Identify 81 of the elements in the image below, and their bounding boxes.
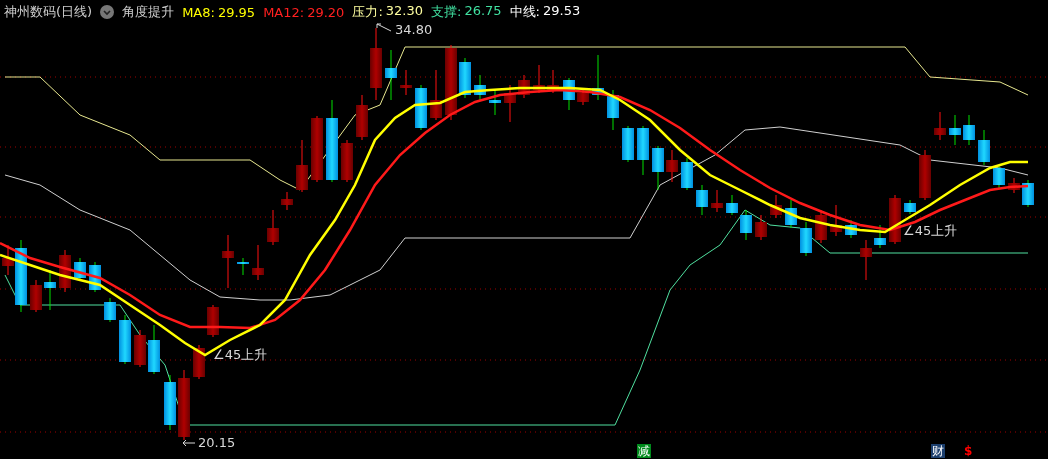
indicator-label: MA8:	[182, 4, 215, 20]
rising-candlestick	[311, 115, 323, 183]
price-label: 34.80	[395, 22, 433, 37]
rising-candlestick	[296, 139, 308, 193]
falling-candlestick	[1022, 179, 1034, 208]
rising-candlestick	[356, 94, 368, 141]
event-badge[interactable]: 减	[637, 444, 651, 458]
falling-candlestick	[949, 114, 961, 146]
falling-candlestick	[563, 77, 575, 111]
falling-candlestick	[993, 164, 1005, 189]
falling-candlestick	[978, 129, 990, 166]
falling-candlestick	[474, 74, 486, 101]
indicator-label: MA12:	[263, 4, 305, 20]
rising-candlestick	[252, 244, 264, 281]
falling-candlestick	[148, 324, 160, 375]
rising-candlestick	[222, 234, 234, 289]
falling-candlestick	[726, 194, 738, 216]
event-badge[interactable]: 财	[931, 444, 945, 458]
falling-candlestick	[800, 221, 812, 257]
signal-label: ∠45上升	[903, 223, 958, 238]
rising-candlestick	[518, 74, 530, 99]
falling-candlestick	[904, 199, 916, 215]
rising-candlestick	[267, 209, 279, 246]
arrow-icon	[376, 23, 392, 33]
rising-candlestick	[770, 194, 782, 219]
indicator-name: 角度提升	[122, 3, 175, 21]
event-marker[interactable]: $	[963, 444, 974, 458]
rising-candlestick	[400, 69, 412, 96]
falling-candlestick	[845, 219, 857, 239]
falling-candlestick	[696, 184, 708, 216]
indicator-value: 29.53	[543, 3, 581, 20]
signal-label: ∠45上升	[213, 347, 268, 362]
falling-candlestick	[681, 157, 693, 191]
falling-candlestick	[963, 114, 975, 146]
stock-title: 神州数码(日线)	[4, 3, 93, 21]
falling-candlestick	[44, 269, 56, 311]
rising-candlestick	[178, 369, 190, 441]
rising-candlestick	[193, 344, 205, 380]
left-arrow-icon	[182, 439, 196, 447]
falling-candlestick	[592, 54, 604, 101]
rising-candlestick	[666, 149, 678, 183]
falling-candlestick	[652, 145, 664, 191]
indicator-value: 26.75	[464, 3, 502, 20]
falling-candlestick	[637, 125, 649, 176]
falling-candlestick	[740, 209, 752, 241]
rising-candlestick	[207, 304, 219, 338]
rising-candlestick	[547, 69, 559, 94]
falling-candlestick	[104, 297, 116, 323]
dropdown-circle-icon[interactable]	[100, 5, 115, 19]
falling-candlestick	[459, 57, 471, 99]
falling-candlestick	[164, 374, 176, 431]
rising-candlestick	[919, 149, 931, 201]
indicator-value: 29.20	[307, 4, 345, 20]
rising-candlestick	[134, 329, 146, 368]
falling-candlestick	[785, 199, 797, 229]
falling-candlestick	[874, 224, 886, 249]
falling-candlestick	[237, 257, 249, 276]
falling-candlestick	[385, 49, 397, 101]
indicator-label: 中线:	[509, 3, 540, 21]
indicator-value: 32.30	[385, 3, 423, 20]
rising-candlestick	[2, 244, 14, 276]
indicator-label: 压力:	[352, 3, 383, 21]
rising-candlestick	[1008, 177, 1020, 194]
rising-candlestick	[281, 191, 293, 211]
rising-candlestick	[711, 189, 723, 213]
indicator-value: 29.95	[217, 4, 256, 20]
indicator-label: 支撑:	[431, 3, 462, 21]
rising-candlestick	[504, 84, 516, 123]
price-label: 20.15	[198, 435, 236, 450]
rising-candlestick	[430, 69, 442, 121]
rising-candlestick	[860, 239, 872, 281]
rising-candlestick	[934, 111, 946, 141]
rising-candlestick	[30, 279, 42, 313]
rising-candlestick	[830, 204, 842, 237]
rising-candlestick	[755, 214, 767, 241]
falling-candlestick	[607, 89, 619, 131]
falling-candlestick	[415, 84, 427, 131]
falling-candlestick	[622, 125, 634, 163]
falling-candlestick	[489, 89, 501, 116]
rising-candlestick	[341, 139, 353, 183]
falling-candlestick	[119, 314, 131, 365]
